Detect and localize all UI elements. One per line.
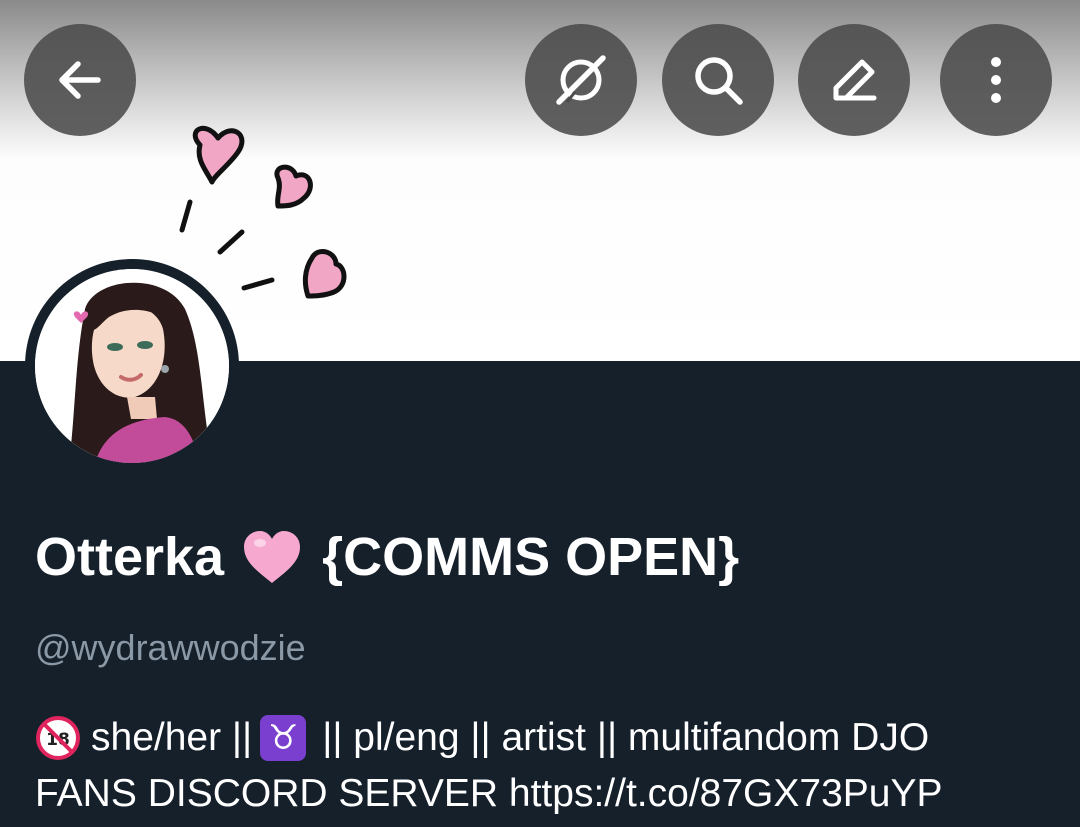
username-handle: @wydrawwodzie [35, 627, 306, 668]
bio-text-pronouns: she/her || [91, 716, 253, 759]
search-icon [695, 57, 743, 105]
pink-heart-icon [240, 527, 304, 587]
more-vertical-icon [991, 57, 1001, 103]
bio-line-1: 18 she/her || ♉ || pl/eng || artist || m… [35, 710, 1055, 766]
profile-bio: 18 she/her || ♉ || pl/eng || artist || m… [35, 710, 1055, 822]
pencil-icon [833, 59, 877, 101]
bio-text-details: || pl/eng || artist || multifandom DJO [322, 716, 930, 759]
search-button[interactable] [662, 24, 774, 136]
taurus-icon: ♉ [260, 715, 307, 761]
display-name-suffix: {COMMS OPEN} [322, 527, 740, 587]
back-button[interactable] [24, 24, 136, 136]
bio-link[interactable]: https://t.co/87GX73PuYP [509, 766, 943, 822]
grok-button[interactable] [525, 24, 637, 136]
bio-text-discord: FANS DISCORD SERVER [35, 772, 499, 815]
profile-avatar[interactable] [25, 259, 239, 473]
avatar-illustration [35, 269, 229, 463]
more-options-button[interactable] [940, 24, 1052, 136]
edit-button[interactable] [798, 24, 910, 136]
bio-line-2: FANS DISCORD SERVER https://t.co/87GX73P… [35, 766, 1055, 822]
no-one-under-eighteen-icon: 18 [35, 715, 81, 761]
display-name: Otterka {COMMS OPEN} [35, 522, 739, 592]
display-name-text: Otterka [35, 527, 225, 587]
arrow-left-icon [59, 61, 101, 99]
grok-icon [556, 55, 606, 105]
